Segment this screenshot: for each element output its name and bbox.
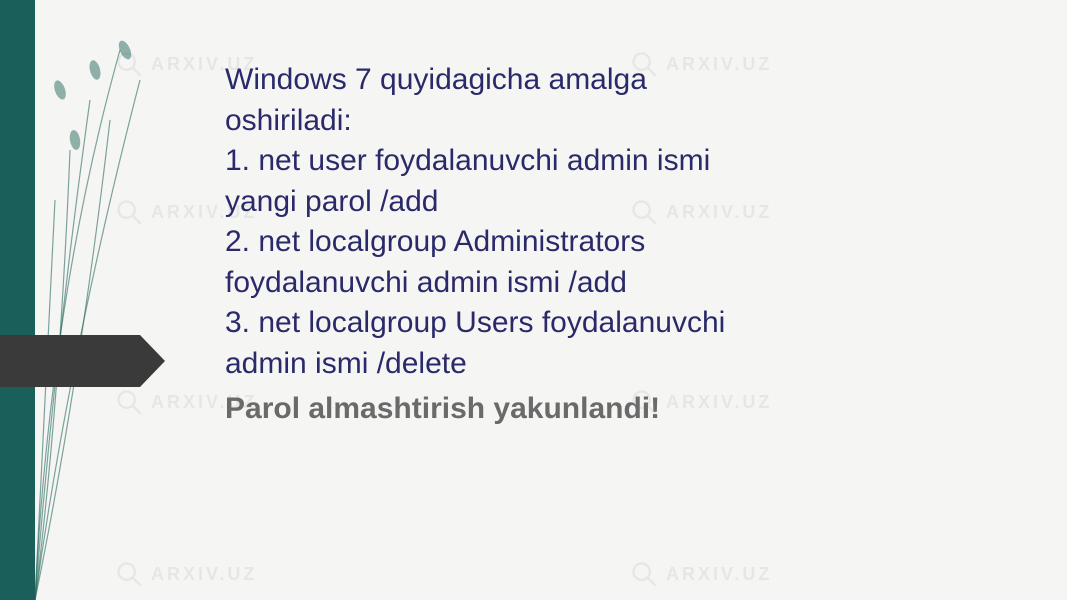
content-line-1: Windows 7 quyidagicha amalga <box>225 60 985 101</box>
arrow-pointer <box>0 335 165 387</box>
decorative-plant-lines <box>0 0 250 600</box>
content-line-6: foydalanuvchi admin ismi /add <box>225 263 985 304</box>
content-line-8: admin ismi /delete <box>225 344 985 385</box>
content-line-2: oshiriladi: <box>225 101 985 142</box>
slide-content: Windows 7 quyidagicha amalga oshiriladi:… <box>225 60 985 430</box>
content-line-5: 2. net localgroup Administrators <box>225 222 985 263</box>
content-line-7: 3. net localgroup Users foydalanuvchi <box>225 303 985 344</box>
content-line-4: yangi parol /add <box>225 182 985 223</box>
left-accent-bar <box>0 0 35 600</box>
content-line-3: 1. net user foydalanuvchi admin ismi <box>225 141 985 182</box>
content-line-9-bold: Parol almashtirish yakunlandi! <box>225 389 985 430</box>
